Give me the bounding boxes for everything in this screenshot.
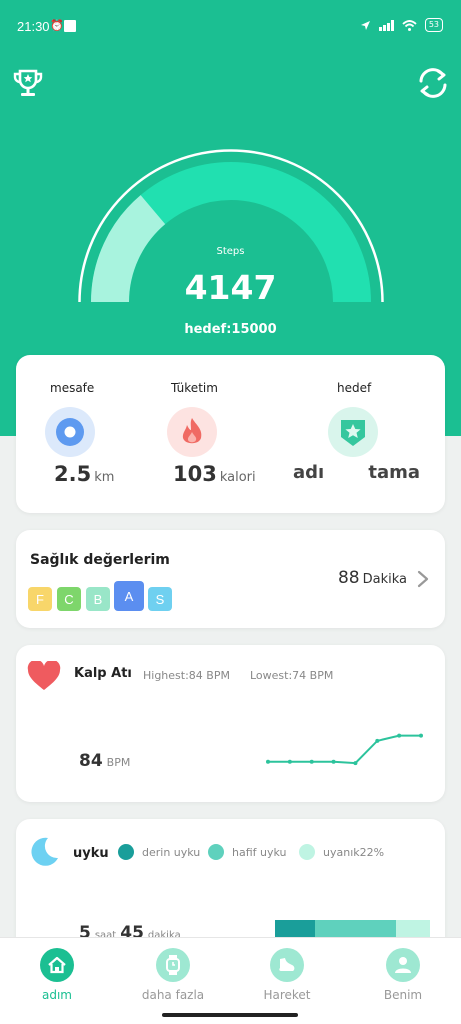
sleep-title: uyku: [73, 846, 109, 861]
heart-rate-value: 84: [79, 751, 103, 771]
grade-s: S: [148, 587, 172, 611]
grade-c: C: [57, 587, 81, 611]
location-arrow-icon: [360, 20, 370, 30]
legend-label: derin uyku: [142, 845, 201, 859]
heart-icon: [27, 661, 61, 690]
health-title: Sağlık değerlerim: [30, 552, 170, 568]
nav-label: adım: [42, 988, 72, 1002]
heart-rate-point: [397, 733, 402, 738]
legend-dot: [118, 844, 134, 860]
status-bar: 21:30 ⏰ 53: [0, 0, 461, 56]
legend-label: uyanık22%: [323, 845, 385, 859]
metrics-card: mesafe Tüketim hedef 2.5 km 103 kalori adı…: [16, 355, 445, 513]
heart-rate-unit: BPM: [106, 756, 131, 769]
nav-steps[interactable]: adım: [17, 948, 97, 1002]
battery-level: 53: [428, 20, 439, 29]
shoe-icon: [270, 948, 304, 982]
heart-rate-point: [419, 733, 423, 738]
trophy-icon[interactable]: [11, 66, 45, 100]
bottom-nav: adım daha fazla Hareket Benim: [0, 937, 461, 1024]
nav-profile[interactable]: Benim: [363, 948, 443, 1002]
heart-rate-title: Kalp Atış: [74, 666, 132, 681]
health-unit: Dakika: [362, 572, 407, 587]
calorie-value: 103: [173, 462, 217, 486]
distance-value: 2.5: [54, 462, 92, 486]
chevron-right-icon[interactable]: [415, 570, 431, 588]
legend-dot: [299, 844, 315, 860]
steps-value: 4147: [184, 268, 277, 307]
nav-more[interactable]: daha fazla: [133, 948, 213, 1002]
grade-f: F: [28, 587, 52, 611]
star-badge-icon[interactable]: [328, 407, 378, 457]
legend-label: hafif uyku: [232, 845, 287, 859]
heart-rate-point: [287, 759, 292, 764]
watch-icon: [156, 948, 190, 982]
home-icon: [40, 948, 74, 982]
distance-label: mesafe: [50, 381, 95, 395]
signal-icon: [378, 19, 394, 31]
heart-rate-line: [268, 734, 421, 765]
nav-activity[interactable]: Hareket: [247, 948, 327, 1002]
heart-rate-highest: Highest:84 BPM: [143, 669, 230, 682]
health-value: 88: [337, 568, 360, 588]
wifi-icon: [402, 19, 417, 31]
status-time: 21:30: [17, 19, 50, 34]
sync-icon[interactable]: [416, 66, 450, 100]
nav-label: Benim: [383, 988, 423, 1002]
heart-rate-chart: [266, 733, 423, 766]
battery-icon: 53: [424, 18, 443, 32]
health-card[interactable]: Sağlık değerlerim F C B A S 88 Dakika: [16, 530, 445, 628]
goal-status: tama: [368, 462, 420, 483]
distance-unit: km: [94, 470, 115, 485]
calorie-unit: kalori: [219, 470, 256, 485]
heart-rate-point: [331, 759, 336, 764]
flame-icon[interactable]: [167, 407, 217, 457]
legend-light-sleep: hafif uyku: [208, 844, 294, 860]
steps-label: Steps: [216, 246, 245, 257]
nav-label: daha fazla: [141, 988, 205, 1002]
notification-icon: [64, 20, 76, 32]
moon-icon: [31, 837, 58, 866]
heart-rate-point: [353, 761, 358, 766]
legend-deep-sleep: derin uyku: [118, 844, 202, 860]
legend-awake: uyanık22%: [299, 844, 384, 860]
heart-rate-point: [309, 759, 314, 764]
legend-dot: [208, 844, 224, 860]
heart-rate-lowest: Lowest:74 BPM: [250, 669, 334, 682]
nav-label: Hareket: [263, 988, 311, 1002]
location-icon[interactable]: [45, 407, 95, 457]
consumption-label: Tüketim: [171, 381, 218, 395]
grade-b: B: [86, 587, 110, 611]
heart-rate-point: [266, 759, 270, 764]
heart-rate-card[interactable]: Kalp Atış Highest:84 BPM Lowest:74 BPM 8…: [16, 645, 445, 802]
person-icon: [386, 948, 420, 982]
home-indicator: [162, 1013, 298, 1017]
alarm-icon: ⏰: [50, 19, 64, 32]
goal-value: adı: [293, 462, 325, 483]
heart-rate-point: [375, 738, 380, 743]
steps-goal: hedef:15000: [184, 322, 277, 337]
grade-a: A: [114, 581, 144, 611]
goal-label: hedef: [337, 381, 372, 395]
